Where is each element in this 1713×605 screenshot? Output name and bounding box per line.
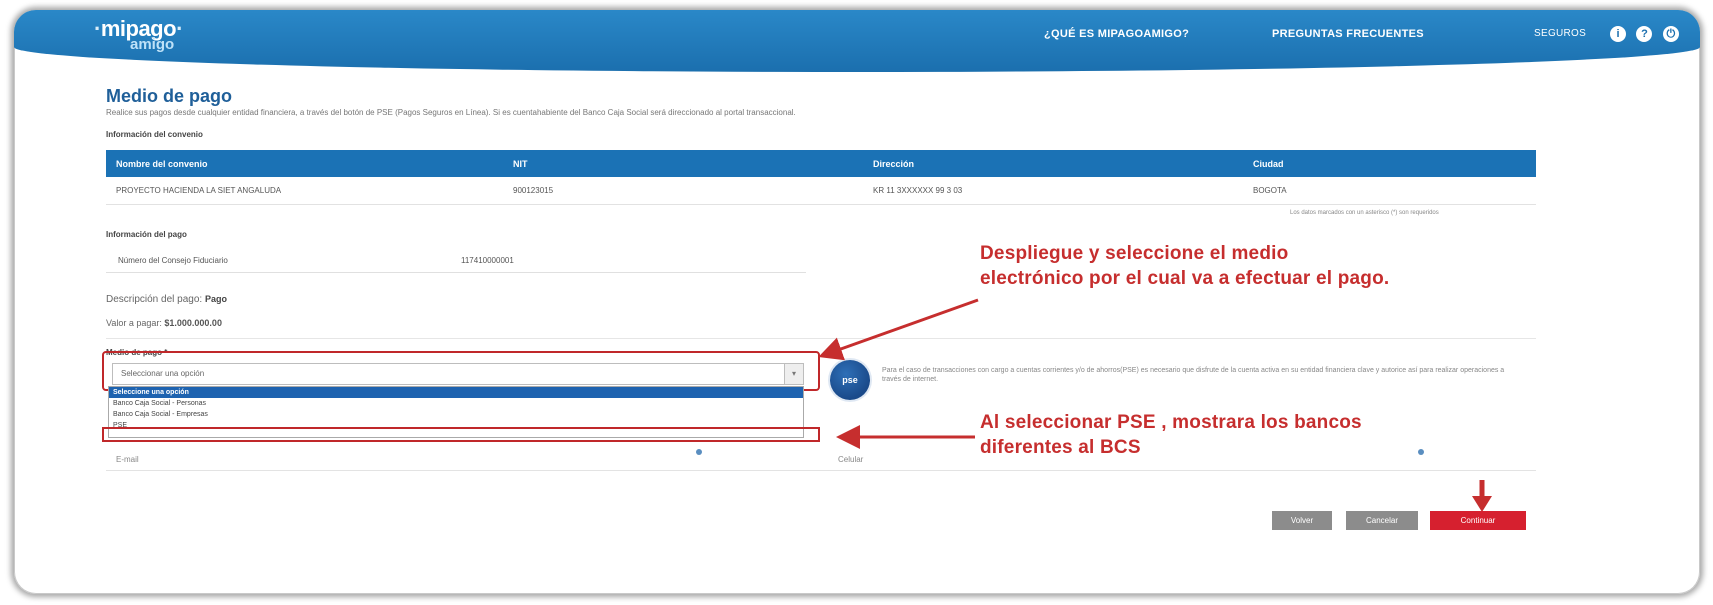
col-header-direccion: Dirección xyxy=(873,158,915,169)
table-header-row: Nombre del convenio NIT Dirección Ciudad xyxy=(106,150,1536,177)
consejo-value: 117410000001 xyxy=(461,256,514,265)
annotation-line: Al seleccionar PSE , mostrara los bancos xyxy=(980,412,1362,433)
logo[interactable]: ·mipago· amigo xyxy=(94,18,183,53)
cancelar-button[interactable]: Cancelar xyxy=(1346,511,1418,530)
annotation-line: diferentes al BCS xyxy=(980,437,1141,458)
help-icon[interactable]: ? xyxy=(1636,26,1653,42)
page-title: Medio de pago xyxy=(106,86,232,106)
valor-pagar: Valor a pagar: $1.000.000.00 xyxy=(106,318,222,328)
annotation-pse: Al seleccionar PSE , mostrara los bancos… xyxy=(980,410,1362,460)
dropdown-option[interactable]: Seleccione una opción xyxy=(109,387,803,398)
consejo-field-row: Número del Consejo Fiduciario 1174100000… xyxy=(106,248,806,273)
required-dot-icon xyxy=(696,449,702,455)
celular-field[interactable]: Celular xyxy=(838,455,863,464)
pago-section-title: Información del pago xyxy=(106,230,187,239)
convenio-table: Nombre del convenio NIT Dirección Ciudad… xyxy=(106,150,1536,205)
cell-nombre: PROYECTO HACIENDA LA SIET ANGALUDA xyxy=(116,186,282,195)
pse-logo: pse xyxy=(830,360,870,400)
annotation-line: electrónico por el cual va a efectuar el… xyxy=(980,268,1390,289)
annotation-line: Despliegue y seleccione el medio xyxy=(980,243,1289,264)
power-icon[interactable]: ⏻ xyxy=(1662,26,1679,42)
descripcion-value: Pago xyxy=(204,294,227,304)
browser-frame: ·mipago· amigo ¿QUÉ ES MIPAGOAMIGO? PREG… xyxy=(14,10,1700,594)
convenio-section-title: Información del convenio xyxy=(106,130,203,139)
page-subtitle: Realice sus pagos desde cualquier entida… xyxy=(106,108,796,117)
table-row: PROYECTO HACIENDA LA SIET ANGALUDA 90012… xyxy=(106,177,1536,205)
info-icon[interactable]: i xyxy=(1610,26,1626,42)
highlight-box-select xyxy=(102,351,820,391)
col-header-nit: NIT xyxy=(513,158,528,169)
user-menu[interactable]: SEGUROS xyxy=(1534,28,1586,39)
annotation-select-medio: Despliegue y seleccione el medio electró… xyxy=(980,241,1389,291)
arrow-down-icon xyxy=(1472,480,1492,512)
cell-direccion: KR 11 3XXXXXX 99 3 03 xyxy=(873,186,963,195)
descripcion-pago: Descripción del pago: Pago xyxy=(106,294,227,305)
consejo-label: Número del Consejo Fiduciario xyxy=(118,256,228,265)
col-header-nombre: Nombre del convenio xyxy=(116,158,208,169)
col-header-ciudad: Ciudad xyxy=(1253,158,1284,169)
top-nav-bar: ·mipago· amigo ¿QUÉ ES MIPAGOAMIGO? PREG… xyxy=(14,10,1700,72)
divider xyxy=(106,338,1536,339)
dropdown-option[interactable]: Banco Caja Social - Empresas xyxy=(109,409,803,420)
descripcion-label: Descripción del pago: xyxy=(106,294,203,305)
continuar-button[interactable]: Continuar xyxy=(1430,511,1526,530)
valor-value: $1.000.000.00 xyxy=(164,318,222,328)
cell-nit: 900123015 xyxy=(513,186,554,195)
cell-ciudad: BOGOTA xyxy=(1253,186,1287,195)
valor-label: Valor a pagar: xyxy=(106,318,162,328)
nav-preguntas[interactable]: PREGUNTAS FRECUENTES xyxy=(1272,28,1424,40)
volver-button[interactable]: Volver xyxy=(1272,511,1332,530)
required-dot-icon xyxy=(1418,449,1424,455)
header-icons: i ? ⏻ xyxy=(1610,24,1685,42)
pse-info-text: Para el caso de transacciones con cargo … xyxy=(882,367,1505,383)
nav-que-es[interactable]: ¿QUÉ ES MIPAGOAMIGO? xyxy=(1044,28,1189,40)
email-field[interactable]: E-mail xyxy=(116,455,139,464)
required-note: Los datos marcados con un asterisco (*) … xyxy=(1290,210,1439,216)
dropdown-option[interactable]: Banco Caja Social - Personas xyxy=(109,398,803,409)
